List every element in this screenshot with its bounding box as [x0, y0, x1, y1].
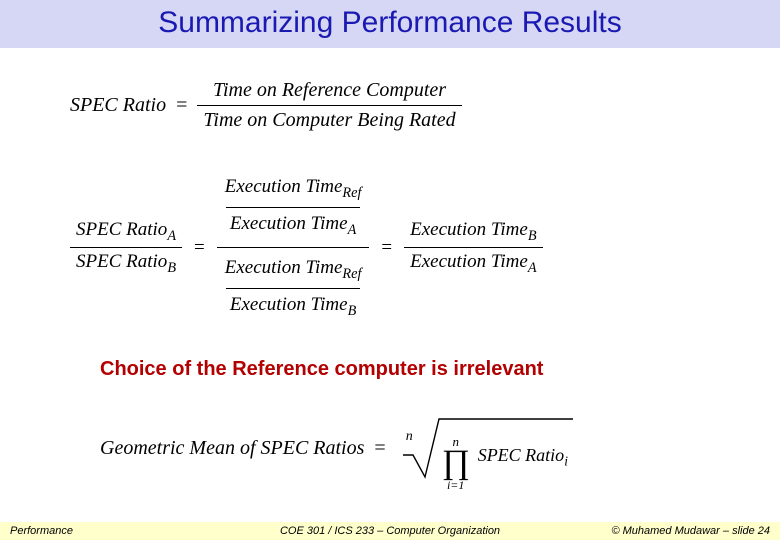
eq2-lhs-num: SPEC RatioA — [70, 218, 182, 248]
eq3-lhs: Geometric Mean of SPEC Ratios — [100, 437, 364, 460]
eq2-rhs-den: Execution TimeA — [404, 247, 542, 278]
eq2-equals-2: = — [381, 237, 392, 259]
eq1-equals: = — [176, 94, 187, 117]
footer-left: Performance — [10, 525, 73, 537]
eq3-term: SPEC Ratioi — [478, 445, 568, 470]
eq2-mid-fraction: Execution TimeRef Execution TimeA Execut… — [217, 167, 370, 328]
eq1-lhs: SPEC Ratio — [70, 94, 166, 117]
root-index: n — [406, 429, 413, 445]
eq2-lhs-fraction: SPEC RatioA SPEC RatioB — [70, 218, 182, 278]
choice-statement: Choice of the Reference computer is irre… — [100, 358, 740, 381]
title-bar: Summarizing Performance Results — [0, 0, 780, 48]
eq2-rhs-num: Execution TimeB — [404, 218, 542, 248]
radicand: n ∏ i=1 SPEC Ratioi — [436, 425, 570, 484]
eq1-fraction: Time on Reference Computer Time on Compu… — [197, 78, 461, 133]
slide-content: SPEC Ratio = Time on Reference Computer … — [0, 48, 780, 481]
slide-title: Summarizing Performance Results — [0, 6, 780, 40]
eq1-denominator: Time on Computer Being Rated — [197, 105, 461, 133]
slide-footer: Performance COE 301 / ICS 233 – Computer… — [0, 522, 780, 540]
footer-center: COE 301 / ICS 233 – Computer Organizatio… — [280, 525, 500, 537]
equation-spec-ratio: SPEC Ratio = Time on Reference Computer … — [70, 78, 740, 133]
equation-spec-ratio-ratio: SPEC RatioA SPEC RatioB = Execution Time… — [70, 167, 740, 328]
equation-geometric-mean: Geometric Mean of SPEC Ratios = n n ∏ i=… — [100, 415, 740, 481]
eq2-mid-den: Execution TimeRef Execution TimeB — [217, 247, 370, 328]
eq3-equals: = — [374, 437, 385, 460]
footer-right: © Muhamed Mudawar – slide 24 — [611, 525, 770, 537]
eq2-lhs-den: SPEC RatioB — [70, 247, 182, 278]
eq2-equals-1: = — [194, 237, 205, 259]
pi-product-icon: ∏ — [442, 449, 470, 476]
eq1-numerator: Time on Reference Computer — [207, 78, 452, 105]
product-symbol: n ∏ i=1 — [442, 435, 470, 490]
nth-root: n n ∏ i=1 SPEC Ratioi — [396, 415, 573, 481]
eq2-mid-num: Execution TimeRef Execution TimeA — [217, 167, 370, 247]
eq2-rhs-fraction: Execution TimeB Execution TimeA — [404, 218, 542, 278]
